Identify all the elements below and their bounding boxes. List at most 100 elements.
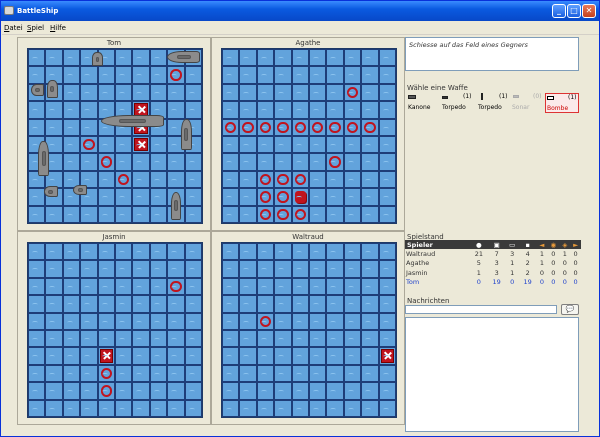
board-cell[interactable]	[184, 260, 202, 278]
board-cell[interactable]	[97, 243, 115, 261]
weapon-bombe[interactable]: (1) Bombe	[545, 93, 579, 113]
board-cell[interactable]	[28, 260, 46, 278]
board-cell[interactable]	[114, 49, 133, 67]
board-cell[interactable]	[80, 382, 98, 400]
board-cell[interactable]	[222, 243, 240, 261]
board-cell[interactable]	[45, 364, 63, 383]
board-cell[interactable]	[361, 205, 379, 223]
board-cell[interactable]	[291, 49, 309, 67]
board-cell[interactable]	[149, 382, 168, 400]
board-cell[interactable]	[167, 312, 185, 330]
board-cell[interactable]	[132, 312, 150, 330]
board-cell[interactable]	[97, 205, 115, 223]
board-cell[interactable]	[378, 277, 396, 296]
board-cell[interactable]	[80, 205, 98, 223]
board-cell[interactable]	[149, 66, 168, 84]
board-cell[interactable]	[326, 188, 344, 206]
board-cell[interactable]	[97, 295, 115, 313]
board-cell[interactable]	[222, 83, 240, 102]
board-cell[interactable]	[239, 295, 257, 313]
board-cell[interactable]	[132, 83, 150, 102]
board-cell[interactable]	[28, 399, 46, 417]
board-cell[interactable]	[80, 83, 98, 102]
board-cell[interactable]	[132, 135, 150, 154]
board-cell[interactable]	[308, 399, 327, 417]
board-cell[interactable]	[361, 329, 379, 348]
board-cell[interactable]	[114, 260, 133, 278]
board-cell[interactable]	[326, 260, 344, 278]
board-cell[interactable]	[149, 49, 168, 67]
board-cell[interactable]	[239, 101, 257, 119]
board-cell[interactable]	[149, 364, 168, 383]
board-cell[interactable]	[378, 205, 396, 223]
board-cell[interactable]	[361, 243, 379, 261]
board-cell[interactable]	[222, 118, 240, 136]
board-cell[interactable]	[343, 399, 362, 417]
board-cell[interactable]	[62, 277, 81, 296]
board-cell[interactable]	[28, 347, 46, 365]
board-cell[interactable]	[326, 118, 344, 136]
board-cell[interactable]	[308, 205, 327, 223]
board-cell[interactable]	[239, 153, 257, 171]
board-cell[interactable]	[97, 312, 115, 330]
board-cell[interactable]	[291, 329, 309, 348]
board-cell[interactable]	[45, 205, 63, 223]
board-cell[interactable]	[114, 153, 133, 171]
board-cell[interactable]	[62, 347, 81, 365]
board-cell[interactable]	[222, 382, 240, 400]
board-cell[interactable]	[326, 329, 344, 348]
board-cell[interactable]	[291, 295, 309, 313]
board-cell[interactable]	[28, 277, 46, 296]
board-cell[interactable]	[343, 312, 362, 330]
board-cell[interactable]	[291, 170, 309, 189]
board-cell[interactable]	[326, 83, 344, 102]
board-cell[interactable]	[291, 277, 309, 296]
board-cell[interactable]	[149, 260, 168, 278]
board-cell[interactable]	[222, 49, 240, 67]
board-cell[interactable]	[184, 364, 202, 383]
board-cell[interactable]	[361, 399, 379, 417]
board-cell[interactable]	[45, 382, 63, 400]
game-board-agathe[interactable]	[221, 48, 397, 224]
board-cell[interactable]	[343, 135, 362, 154]
board-cell[interactable]	[361, 49, 379, 67]
board-cell[interactable]	[291, 135, 309, 154]
board-cell[interactable]	[97, 66, 115, 84]
board-cell[interactable]	[132, 66, 150, 84]
menu-hilfe[interactable]: Hilfe	[50, 23, 66, 34]
board-cell[interactable]	[222, 153, 240, 171]
board-cell[interactable]	[274, 243, 292, 261]
board-cell[interactable]	[239, 205, 257, 223]
board-cell[interactable]	[184, 399, 202, 417]
board-cell[interactable]	[308, 101, 327, 119]
board-cell[interactable]	[291, 260, 309, 278]
title-bar[interactable]: BattleShip _ □ ✕	[1, 1, 599, 21]
board-cell[interactable]	[361, 295, 379, 313]
board-cell[interactable]	[308, 170, 327, 189]
board-cell[interactable]	[239, 260, 257, 278]
board-cell[interactable]	[291, 66, 309, 84]
weapon-torpedo-horizontal[interactable]: (1) Torpedo	[441, 93, 473, 113]
board-cell[interactable]	[343, 188, 362, 206]
ships-icon[interactable]: ▣	[487, 240, 506, 249]
board-cell[interactable]	[132, 382, 150, 400]
board-cell[interactable]	[62, 205, 81, 223]
board-cell[interactable]	[132, 188, 150, 206]
board-cell[interactable]	[256, 329, 275, 348]
board-cell[interactable]	[239, 49, 257, 67]
board-cell[interactable]	[378, 153, 396, 171]
board-cell[interactable]	[378, 101, 396, 119]
board-cell[interactable]	[149, 399, 168, 417]
board-cell[interactable]	[343, 118, 362, 136]
board-cell[interactable]	[132, 153, 150, 171]
minimize-button[interactable]: _	[552, 4, 566, 18]
board-cell[interactable]	[80, 277, 98, 296]
board-cell[interactable]	[256, 312, 275, 330]
board-cell[interactable]	[291, 188, 309, 206]
board-cell[interactable]	[132, 364, 150, 383]
board-cell[interactable]	[291, 83, 309, 102]
board-cell[interactable]	[326, 295, 344, 313]
board-cell[interactable]	[256, 188, 275, 206]
board-cell[interactable]	[184, 188, 202, 206]
board-cell[interactable]	[222, 295, 240, 313]
